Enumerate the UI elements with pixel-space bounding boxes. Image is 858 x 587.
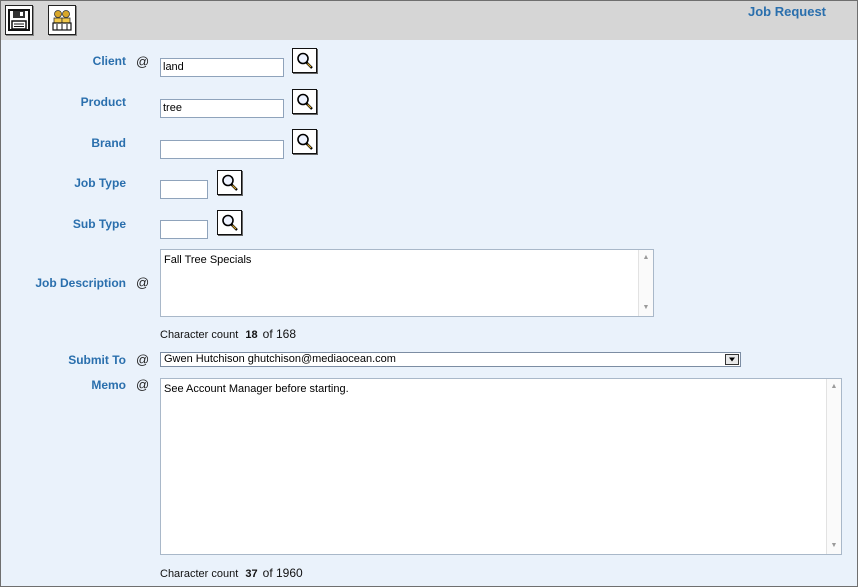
scroll-up-icon[interactable]: ▲	[829, 383, 839, 391]
char-count-label: Character count	[160, 568, 239, 580]
memo-textarea[interactable]: See Account Manager before starting. ▲ ▼	[160, 378, 842, 555]
save-button[interactable]	[5, 5, 33, 35]
scroll-up-icon[interactable]: ▲	[641, 254, 651, 262]
product-input[interactable]: tree	[160, 99, 284, 118]
brand-lookup-button[interactable]	[292, 129, 317, 154]
submit-to-label: Submit To	[68, 353, 126, 367]
char-count-value: 37	[245, 568, 258, 580]
job-type-input[interactable]	[160, 180, 208, 199]
memo-required-marker: @	[136, 377, 150, 392]
sub-type-label: Sub Type	[72, 217, 126, 231]
product-lookup-button[interactable]	[292, 89, 317, 114]
magnifier-icon	[295, 132, 314, 151]
brand-input[interactable]	[160, 140, 284, 159]
brand-label: Brand	[91, 136, 126, 150]
toolbar: Job Request	[1, 1, 857, 40]
scroll-down-icon[interactable]: ▼	[829, 542, 839, 550]
char-count-max: of 168	[262, 327, 297, 341]
char-count-value: 18	[245, 329, 258, 341]
magnifier-icon	[220, 213, 239, 232]
client-label: Client	[92, 54, 126, 68]
magnifier-icon	[295, 92, 314, 111]
job-description-textarea[interactable]: Fall Tree Specials ▲ ▼	[160, 249, 654, 317]
job-description-label: Job Description	[35, 276, 126, 290]
client-lookup-button[interactable]	[292, 48, 317, 73]
product-label: Product	[80, 95, 126, 109]
page-title: Job Request	[747, 4, 826, 19]
client-input[interactable]: land	[160, 58, 284, 77]
job-type-label: Job Type	[74, 176, 126, 190]
scroll-down-icon[interactable]: ▼	[641, 304, 651, 312]
memo-label: Memo	[91, 378, 126, 392]
job-description-char-count: Character count 18 of 168	[160, 327, 296, 341]
memo-scrollbar[interactable]: ▲ ▼	[826, 379, 841, 554]
save-icon	[8, 9, 30, 31]
job-description-required-marker: @	[136, 275, 150, 290]
chevron-down-icon	[729, 357, 735, 362]
memo-text: See Account Manager before starting.	[164, 383, 349, 395]
job-description-text: Fall Tree Specials	[164, 254, 252, 266]
magnifier-icon	[295, 51, 314, 70]
memo-char-count: Character count 37 of 1960	[160, 566, 303, 580]
job-type-lookup-button[interactable]	[217, 170, 242, 195]
client-required-marker: @	[136, 54, 150, 69]
char-count-max: of 1960	[262, 566, 303, 580]
job-description-scrollbar[interactable]: ▲ ▼	[638, 250, 653, 316]
people-button[interactable]	[48, 5, 76, 35]
submit-to-select[interactable]: Gwen Hutchison ghutchison@mediaocean.com	[160, 352, 741, 367]
job-request-window: Job Request Client @ land Product tree B…	[0, 0, 858, 587]
sub-type-lookup-button[interactable]	[217, 210, 242, 235]
submit-to-required-marker: @	[136, 352, 150, 367]
people-icon	[52, 10, 72, 31]
magnifier-icon	[220, 173, 239, 192]
submit-to-dropdown-button[interactable]	[725, 354, 739, 365]
char-count-label: Character count	[160, 329, 239, 341]
submit-to-value: Gwen Hutchison ghutchison@mediaocean.com	[164, 353, 396, 365]
sub-type-input[interactable]	[160, 220, 208, 239]
